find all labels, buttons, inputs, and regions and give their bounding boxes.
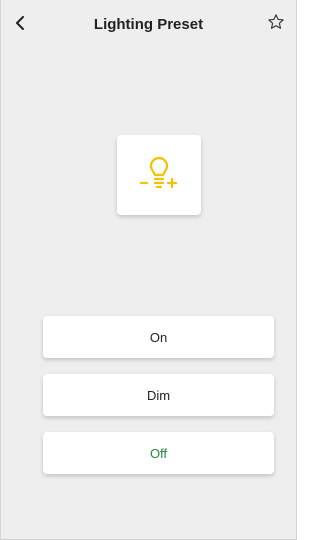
preset-dim-button[interactable]: Dim <box>43 374 274 416</box>
preset-off-label: Off <box>149 445 168 461</box>
star-outline-icon <box>267 13 285 36</box>
lighting-preset-screen: Lighting Preset On Dim Off <box>0 0 297 540</box>
preset-on-label: On <box>149 329 168 345</box>
page-title: Lighting Preset <box>93 16 204 33</box>
device-icon-tile <box>117 135 201 215</box>
preset-on-button[interactable]: On <box>43 316 274 358</box>
preset-dim-label: Dim <box>146 387 171 403</box>
header: Lighting Preset <box>1 0 296 50</box>
favorite-button[interactable] <box>264 12 288 36</box>
preset-off-button[interactable]: Off <box>43 432 274 474</box>
dimmable-bulb-icon <box>134 148 184 203</box>
